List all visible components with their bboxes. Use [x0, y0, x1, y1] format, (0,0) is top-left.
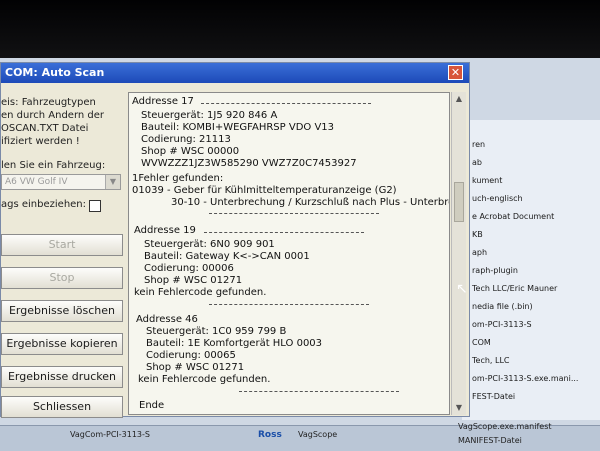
intro-text: ifiziert werden !: [1, 136, 80, 147]
list-item: Tech, LLC: [472, 356, 510, 365]
taskbar-item[interactable]: VagScope: [298, 430, 337, 439]
result-line: Bauteil: Gateway K<->CAN 0001: [144, 251, 310, 262]
list-item: COM: [472, 338, 491, 347]
list-item: om-PCI-3113-S: [472, 320, 532, 329]
taskbar-item[interactable]: VagCom-PCI-3113-S: [70, 430, 150, 439]
separator: [239, 391, 399, 392]
list-item: om-PCI-3113-S.exe.mani...: [472, 374, 579, 383]
list-item: raph-plugin: [472, 266, 518, 275]
list-item: uch-englisch: [472, 194, 523, 203]
close-icon: ✕: [450, 66, 461, 79]
vehicle-label: len Sie ein Fahrzeug:: [1, 160, 106, 171]
taskbar-item[interactable]: MANIFEST-Datei: [458, 436, 522, 445]
start-button[interactable]: Start: [1, 234, 123, 256]
result-line: Steuergerät: 6N0 909 901: [144, 239, 275, 250]
copy-results-button[interactable]: Ergebnisse kopieren: [1, 333, 123, 355]
address-heading: Addresse 46: [136, 314, 198, 325]
intro-text: OSCAN.TXT Datei: [1, 123, 89, 134]
fault-line: kein Fehlercode gefunden.: [134, 287, 267, 298]
list-item: FEST-Datei: [472, 392, 516, 401]
close-button[interactable]: ✕: [448, 65, 463, 80]
window-title: COM: Auto Scan: [5, 66, 105, 79]
fault-line: 01039 - Geber für Kühlmitteltemperaturan…: [132, 185, 397, 196]
result-line: Shop # WSC 01271: [146, 362, 245, 373]
list-item: kument: [472, 176, 503, 185]
result-line: Codierung: 21113: [141, 134, 231, 145]
scroll-thumb[interactable]: [454, 182, 464, 222]
list-item: ren: [472, 140, 486, 149]
clear-results-button[interactable]: Ergebnisse löschen: [1, 300, 123, 322]
chevron-down-icon[interactable]: ▼: [105, 175, 120, 189]
intro-text: eis: Fahrzeugtypen: [1, 97, 96, 108]
list-item: e Acrobat Document: [472, 212, 555, 221]
fault-line: 30-10 - Unterbrechung / Kurzschluß nach …: [171, 197, 450, 208]
autoscan-window: COM: Auto Scan ✕ eis: Fahrzeugtypen en d…: [0, 62, 470, 418]
result-line: Codierung: 00065: [146, 350, 236, 361]
taskbar-item[interactable]: Ross: [258, 430, 282, 440]
mouse-cursor-icon: ↖: [456, 281, 468, 297]
background-file-list: ren ab kument uch-englisch e Acrobat Doc…: [466, 140, 600, 410]
vehicle-select[interactable]: A6 VW Golf IV ▼: [1, 174, 121, 190]
vehicle-select-value: A6 VW Golf IV: [5, 177, 68, 187]
result-line: Bauteil: 1E Komfortgerät HLO 0003: [146, 338, 323, 349]
address-heading: Addresse 19: [134, 225, 196, 236]
result-line: Bauteil: KOMBI+WEGFAHRSP VDO V13: [141, 122, 335, 133]
list-item: KB: [472, 230, 483, 239]
list-item: Tech LLC/Eric Mauner: [472, 284, 558, 293]
title-bar[interactable]: COM: Auto Scan ✕: [1, 63, 469, 83]
stop-button[interactable]: Stop: [1, 267, 123, 289]
list-item: aph: [472, 248, 488, 257]
separator: [209, 213, 379, 214]
list-item: ab: [472, 158, 482, 167]
separator: [209, 304, 369, 305]
result-line: Codierung: 00006: [144, 263, 234, 274]
print-results-button[interactable]: Ergebnisse drucken: [1, 366, 123, 388]
intro-text: en durch Andern der: [1, 110, 105, 121]
results-textbox[interactable]: Addresse 17 Steuergerät: 1J5 920 846 A B…: [128, 92, 450, 415]
separator: [201, 103, 371, 104]
result-line: Shop # WSC 01271: [144, 275, 243, 286]
close-dialog-button[interactable]: Schliessen: [1, 396, 123, 418]
fault-line: kein Fehlercode gefunden.: [138, 374, 271, 385]
result-line: Shop # WSC 00000: [141, 146, 240, 157]
include-checkbox[interactable]: [89, 200, 101, 212]
taskbar-item[interactable]: VagScope.exe.manifest: [458, 422, 552, 431]
end-marker: Ende: [139, 400, 165, 411]
include-label: ags einbeziehen:: [1, 199, 87, 210]
scroll-down-icon[interactable]: ▼: [452, 401, 466, 415]
list-item: nedia file (.bin): [472, 302, 533, 311]
address-heading: Addresse 17: [132, 96, 194, 107]
results-scrollbar[interactable]: ▲ ▼: [451, 92, 466, 415]
scroll-up-icon[interactable]: ▲: [452, 92, 466, 106]
fault-line: 1Fehler gefunden:: [132, 173, 224, 184]
result-line: Steuergerät: 1J5 920 846 A: [141, 110, 278, 121]
monitor-bezel: [0, 0, 600, 62]
result-line: Steuergerät: 1C0 959 799 B: [146, 326, 287, 337]
result-line: WVWZZZ1JZ3W585290 VWZ7Z0C7453927: [141, 158, 357, 169]
separator: [204, 232, 364, 233]
